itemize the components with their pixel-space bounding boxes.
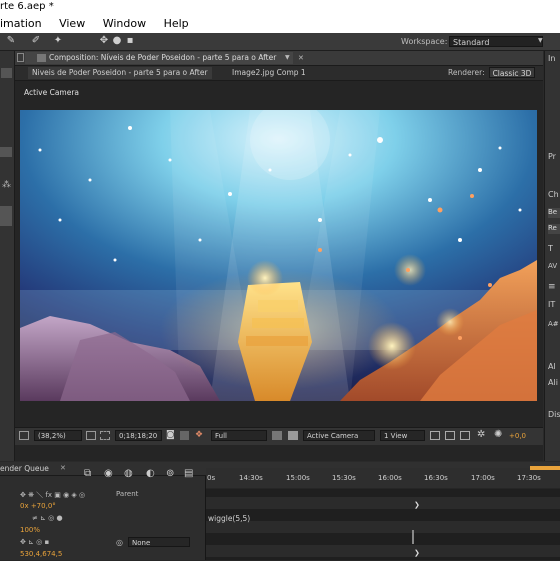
ruler-tick: 15:30s	[332, 474, 356, 482]
right-panel-letter-dis[interactable]: Dis	[548, 410, 560, 419]
network-icon[interactable]: ⁂	[2, 180, 11, 190]
lock-icon[interactable]	[37, 54, 46, 62]
keyframe-marker[interactable]: ❯	[414, 549, 420, 557]
workspace-select[interactable]: Standard	[449, 36, 543, 47]
timecode-field[interactable]: 0;18;18;20	[115, 430, 162, 441]
left-scroll-handle[interactable]	[0, 147, 12, 157]
always-preview-icon[interactable]	[19, 431, 29, 440]
axis-move-icon[interactable]: ✥	[98, 35, 110, 47]
left-panel-strip	[0, 51, 15, 461]
view-layout-select[interactable]: 1 View	[380, 430, 425, 441]
menu-animation[interactable]: imation	[0, 17, 42, 30]
pen-tool-icon[interactable]: ✎	[5, 35, 17, 47]
grid-guide-icon[interactable]	[86, 431, 96, 440]
show-snapshot-icon[interactable]	[180, 431, 189, 440]
layer-row-switches[interactable]: ✥ ⊾ ◎ ▪	[20, 538, 49, 546]
local-axis-icon[interactable]: ●	[111, 35, 123, 47]
track-row	[206, 497, 560, 509]
subtab-comp-main[interactable]: Niveis de Poder Poseidon - parte 5 para …	[28, 67, 212, 79]
left-scroll-thumb[interactable]	[0, 206, 12, 226]
snapshot-icon[interactable]: ◙	[166, 430, 175, 440]
tab-close-icon[interactable]: ✕	[298, 54, 304, 62]
current-time-indicator[interactable]	[412, 530, 414, 544]
ruler-tick: 17:00s	[471, 474, 495, 482]
rotation-value[interactable]: 0x +70,0°	[20, 502, 56, 510]
subtab-image2-comp[interactable]: Image2.jpg Comp 1	[228, 67, 310, 79]
brush-tool-icon[interactable]: ✐	[30, 35, 42, 47]
draft-3d-icon[interactable]: ◉	[104, 468, 113, 479]
tab-render-queue[interactable]: ender Queue	[0, 464, 49, 473]
vertical-scale-icon[interactable]: IT	[548, 300, 555, 309]
baseline-shift-icon[interactable]: A#	[548, 320, 559, 328]
right-panel-letter-al[interactable]: Al	[548, 362, 556, 371]
font-size-icon[interactable]: T	[548, 244, 553, 253]
hide-shy-layers-icon[interactable]: ◍	[124, 468, 133, 479]
scene-image	[20, 110, 537, 401]
track-row	[206, 521, 560, 533]
timeline-layer-controls	[0, 476, 206, 560]
opacity-value[interactable]: 100%	[20, 526, 40, 534]
world-axis-icon[interactable]: ▪	[124, 35, 136, 47]
tracking-icon[interactable]: AV	[548, 262, 557, 270]
tab-close-icon[interactable]: ✕	[60, 464, 66, 472]
graph-editor-icon[interactable]: ▤	[184, 468, 193, 479]
composition-viewer[interactable]	[20, 110, 537, 401]
exposure-value[interactable]: +0,0	[509, 432, 526, 440]
menu-bar: imation View Window Help	[0, 14, 560, 33]
track-row	[206, 545, 560, 557]
mask-visibility-icon[interactable]	[100, 431, 110, 440]
pickwhip-icon[interactable]: ◎	[116, 538, 123, 547]
right-panel-letter-pr[interactable]: Pr	[548, 152, 556, 161]
zoom-select[interactable]: (38,2%)	[34, 430, 82, 441]
right-panel-letter-re[interactable]: Re	[548, 224, 560, 234]
keyframe-marker[interactable]: ❯	[414, 501, 420, 509]
right-panel-letter-in[interactable]: In	[548, 54, 555, 63]
menu-window[interactable]: Window	[103, 17, 146, 30]
ruler-tick: 16:00s	[378, 474, 402, 482]
menu-help[interactable]: Help	[164, 17, 189, 30]
camera-select[interactable]: Active Camera	[303, 430, 375, 441]
renderer-button[interactable]: Classic 3D	[489, 67, 535, 78]
menu-view[interactable]: View	[59, 17, 85, 30]
motion-blur-icon[interactable]: ⊚	[166, 468, 174, 479]
position-value[interactable]: 530,4,674,5	[20, 550, 62, 558]
ruler-tick: 0s	[207, 474, 216, 482]
workspace-label: Workspace:	[401, 37, 448, 46]
expression-controls-icon[interactable]: ≠ ⊾ ◎ ●	[32, 514, 63, 522]
channel-icon[interactable]: ❖	[195, 430, 203, 440]
ruler-tick: 17:30s	[517, 474, 541, 482]
region-of-interest-icon[interactable]	[272, 431, 282, 440]
transparency-grid-icon[interactable]	[288, 431, 298, 440]
right-panel-strip	[544, 51, 560, 461]
resolution-select[interactable]: Full	[211, 430, 267, 441]
panel-menu-icon[interactable]	[1, 68, 12, 78]
toggle-pixel-aspect-icon[interactable]	[430, 431, 440, 440]
exposure-reset-icon[interactable]: ✺	[494, 429, 502, 440]
expression-text[interactable]: wiggle(5,5)	[208, 514, 250, 523]
layer-switches-header: ✥ ❋ ＼ fx ▣ ◉ ◈ ◎	[20, 491, 86, 499]
ruler-tick: 14:30s	[239, 474, 263, 482]
panel-close-icon[interactable]	[17, 53, 24, 62]
parent-column-label: Parent	[116, 490, 139, 498]
tab-dropdown-icon[interactable]: ▼	[285, 54, 290, 61]
right-panel-letter-be[interactable]: Be	[548, 208, 560, 218]
active-camera-label: Active Camera	[24, 88, 80, 97]
renderer-label: Renderer:	[448, 68, 485, 77]
parent-select[interactable]: None	[128, 537, 190, 547]
ruler-tick: 16:30s	[424, 474, 448, 482]
tab-composition[interactable]: Composition: Níveis de Poder Poseidon - …	[25, 52, 293, 64]
timeline-icon[interactable]	[460, 431, 470, 440]
window-title: rte 6.aep *	[0, 0, 560, 14]
fast-previews-icon[interactable]	[445, 431, 455, 440]
workspace-dropdown-icon[interactable]: ▼	[538, 37, 543, 44]
puppet-pin-icon[interactable]: ✦	[52, 35, 64, 47]
paragraph-icon[interactable]: ≡	[548, 282, 556, 292]
ruler-tick: 15:00s	[286, 474, 310, 482]
frame-blending-icon[interactable]: ◐	[146, 468, 155, 479]
right-panel-letter-ch[interactable]: Ch	[548, 190, 559, 199]
flowchart-icon[interactable]: ✲	[477, 429, 485, 440]
composition-mini-flowchart-icon[interactable]: ⧉	[84, 468, 91, 479]
right-panel-letter-ali[interactable]: Ali	[548, 378, 558, 387]
work-area-bar[interactable]	[530, 466, 560, 470]
